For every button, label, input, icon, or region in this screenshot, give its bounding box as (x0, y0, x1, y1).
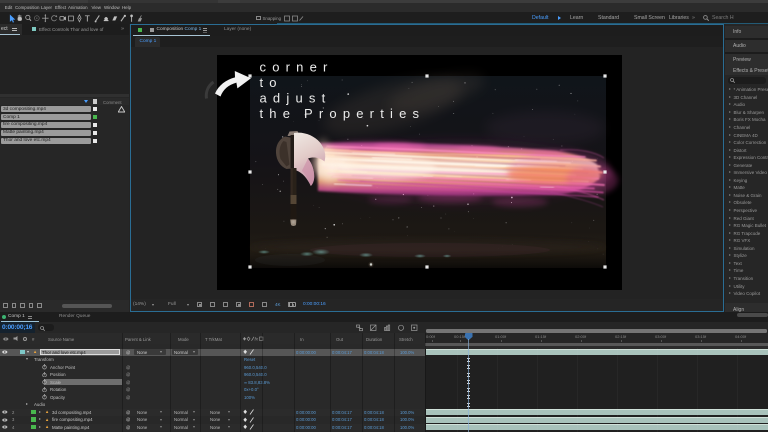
svg-text:fx: fx (255, 336, 259, 341)
svg-text:T: T (85, 14, 90, 23)
svg-text:to: to (260, 75, 283, 90)
svg-text:the Properties: the Properties (260, 106, 426, 121)
svg-text:adjust: adjust (260, 91, 332, 106)
svg-text:corner: corner (260, 60, 334, 75)
